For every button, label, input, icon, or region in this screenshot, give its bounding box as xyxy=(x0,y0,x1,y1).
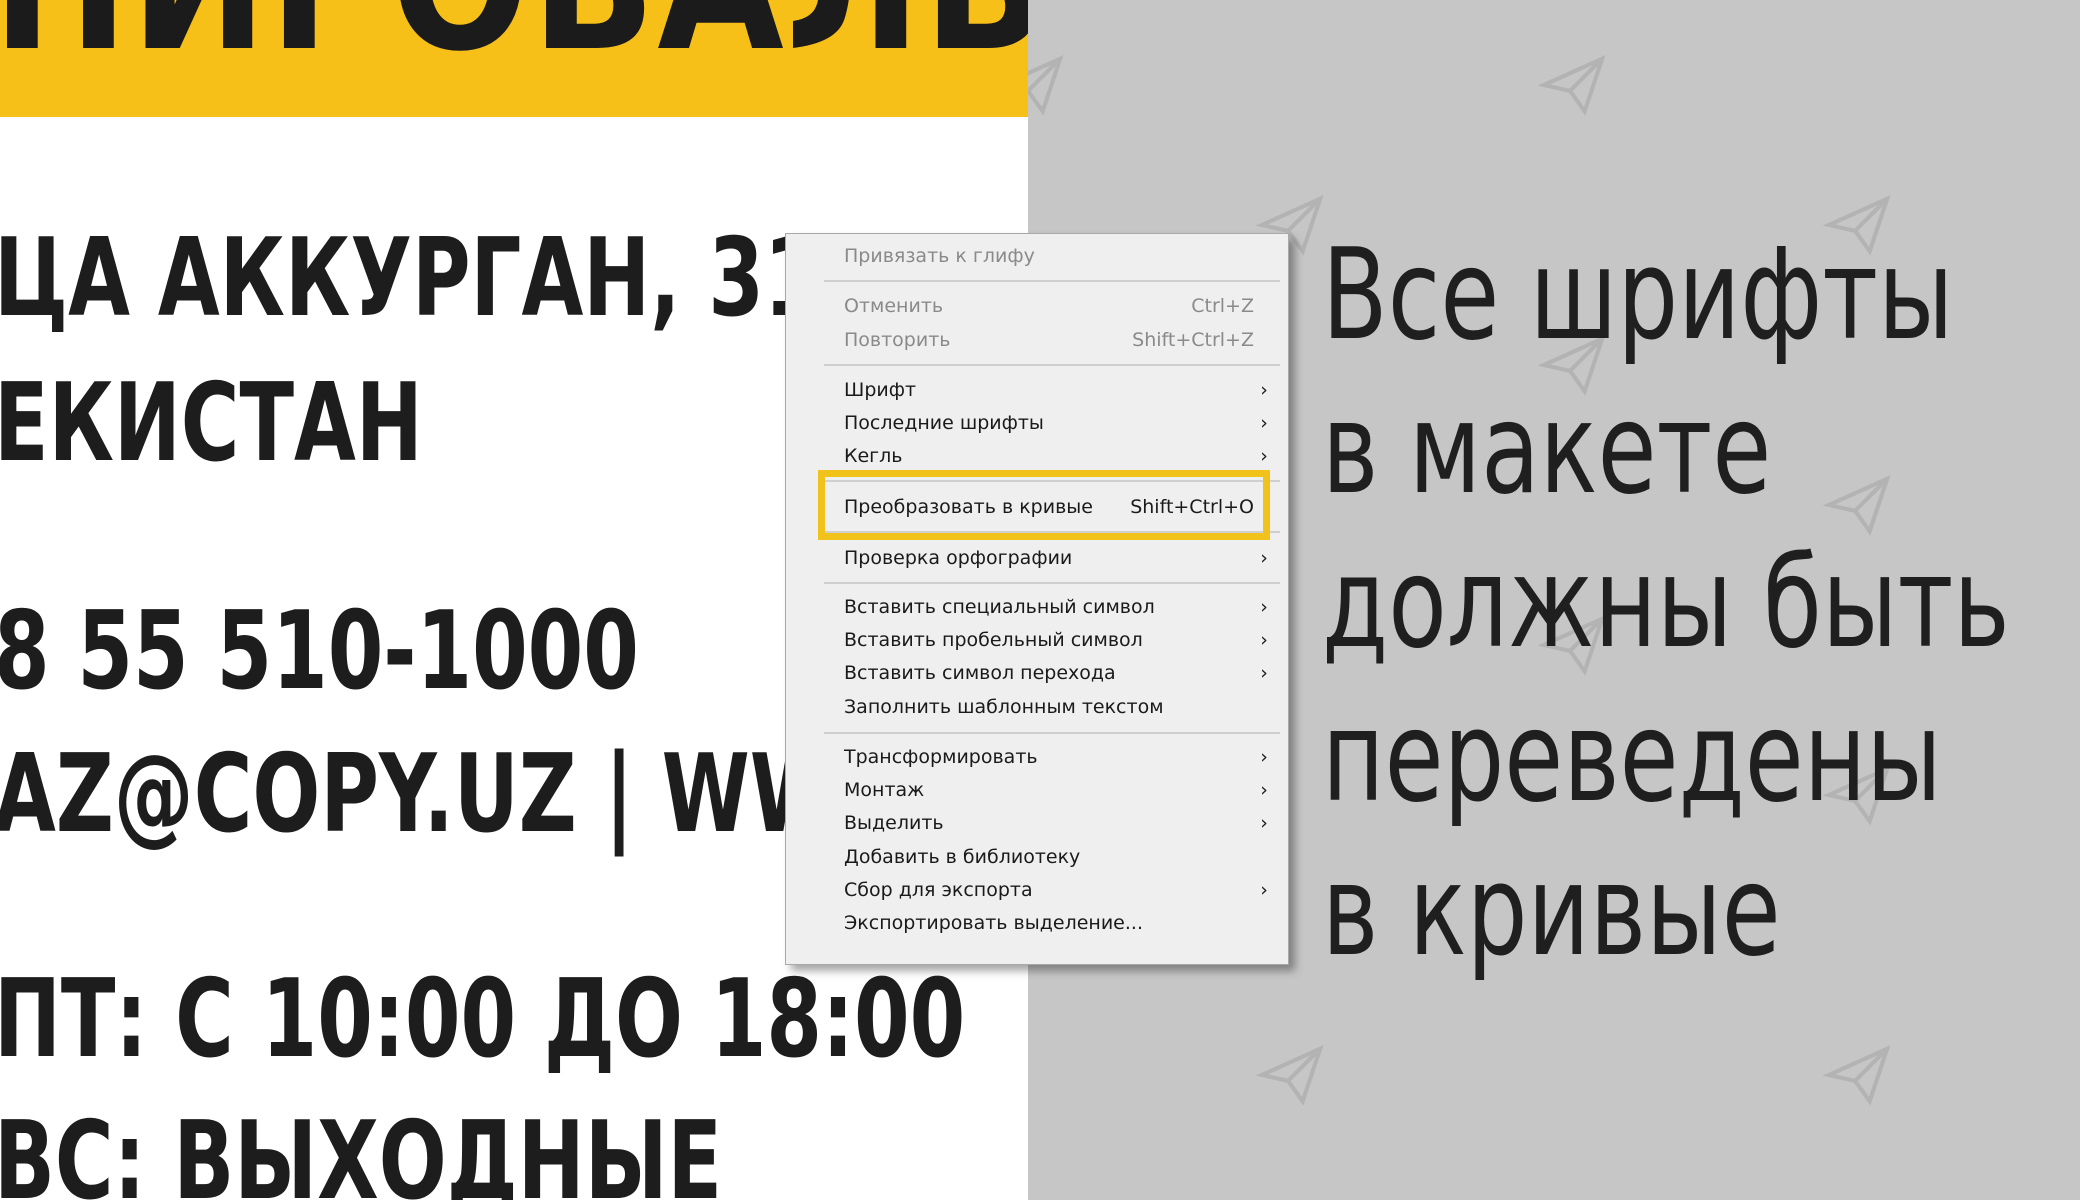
chevron-right-icon: › xyxy=(1260,746,1268,768)
shortcut: Shift+Ctrl+Z xyxy=(1132,329,1254,351)
email-site-line: AZ@COPY.UZ | WW xyxy=(0,732,838,857)
menu-item-export-selection[interactable]: Экспортировать выделение... xyxy=(844,908,1272,938)
menu-item-undo[interactable]: Отменить Ctrl+Z xyxy=(844,291,1272,321)
hours-weekend-line: ВС: ВЫХОДНЫЕ xyxy=(0,1099,723,1200)
menu-item-insert-special-char[interactable]: Вставить специальный символ › xyxy=(844,592,1272,622)
menu-separator xyxy=(824,280,1280,282)
address-line-2: ЕКИСТАН xyxy=(0,361,423,486)
menu-item-collect-for-export[interactable]: Сбор для экспорта › xyxy=(844,875,1272,905)
menu-separator xyxy=(824,582,1280,584)
menu-item-insert-whitespace[interactable]: Вставить пробельный символ › xyxy=(844,625,1272,655)
menu-separator xyxy=(824,732,1280,734)
chevron-right-icon: › xyxy=(1260,379,1268,401)
phone-line: 8 55 510-1000 xyxy=(0,589,639,714)
shortcut: Ctrl+Z xyxy=(1191,295,1254,317)
chevron-right-icon: › xyxy=(1260,879,1268,901)
context-menu: Привязать к глифу Отменить Ctrl+Z Повтор… xyxy=(785,233,1289,965)
hours-weekdays-line: ПТ: С 10:00 ДО 18:00 xyxy=(0,957,966,1082)
menu-item-redo[interactable]: Повторить Shift+Ctrl+Z xyxy=(844,325,1272,355)
chevron-right-icon: › xyxy=(1260,412,1268,434)
chevron-right-icon: › xyxy=(1260,596,1268,618)
banner: НИРОВАЛЬН xyxy=(0,0,1028,117)
menu-item-snap-to-glyph[interactable]: Привязать к глифу xyxy=(844,241,1272,271)
heading-line-4: переведены xyxy=(1322,683,1942,830)
chevron-right-icon: › xyxy=(1260,445,1268,467)
chevron-right-icon: › xyxy=(1260,629,1268,651)
menu-item-recent-fonts[interactable]: Последние шрифты › xyxy=(844,408,1272,438)
paper-plane-icon xyxy=(1256,1044,1324,1106)
heading-line-2: в макете xyxy=(1322,375,1772,522)
menu-item-add-to-library[interactable]: Добавить в библиотеку xyxy=(844,842,1272,872)
chevron-right-icon: › xyxy=(1260,547,1268,569)
chevron-right-icon: › xyxy=(1260,779,1268,801)
menu-item-fill-placeholder[interactable]: Заполнить шаблонным текстом xyxy=(844,692,1272,722)
heading-line-5: в кривые xyxy=(1322,837,1781,984)
chevron-right-icon: › xyxy=(1260,662,1268,684)
menu-separator xyxy=(824,364,1280,366)
menu-item-transform[interactable]: Трансформировать › xyxy=(844,742,1272,772)
paper-plane-icon xyxy=(1538,54,1606,116)
paper-plane-icon xyxy=(1823,1044,1891,1106)
heading-line-1: Все шрифты xyxy=(1322,221,1954,368)
menu-item-font[interactable]: Шрифт › xyxy=(844,375,1272,405)
banner-text: НИРОВАЛЬН xyxy=(0,0,1028,78)
menu-item-spell-check[interactable]: Проверка орфографии › xyxy=(844,543,1272,573)
highlight-frame xyxy=(818,470,1270,540)
heading-line-3: должны быть xyxy=(1322,529,2010,676)
menu-item-arrange[interactable]: Монтаж › xyxy=(844,775,1272,805)
chevron-right-icon: › xyxy=(1260,812,1268,834)
menu-item-select[interactable]: Выделить › xyxy=(844,808,1272,838)
paper-plane-icon xyxy=(1028,54,1064,116)
menu-item-size[interactable]: Кегль › xyxy=(844,441,1272,471)
menu-item-insert-break[interactable]: Вставить символ перехода › xyxy=(844,658,1272,688)
